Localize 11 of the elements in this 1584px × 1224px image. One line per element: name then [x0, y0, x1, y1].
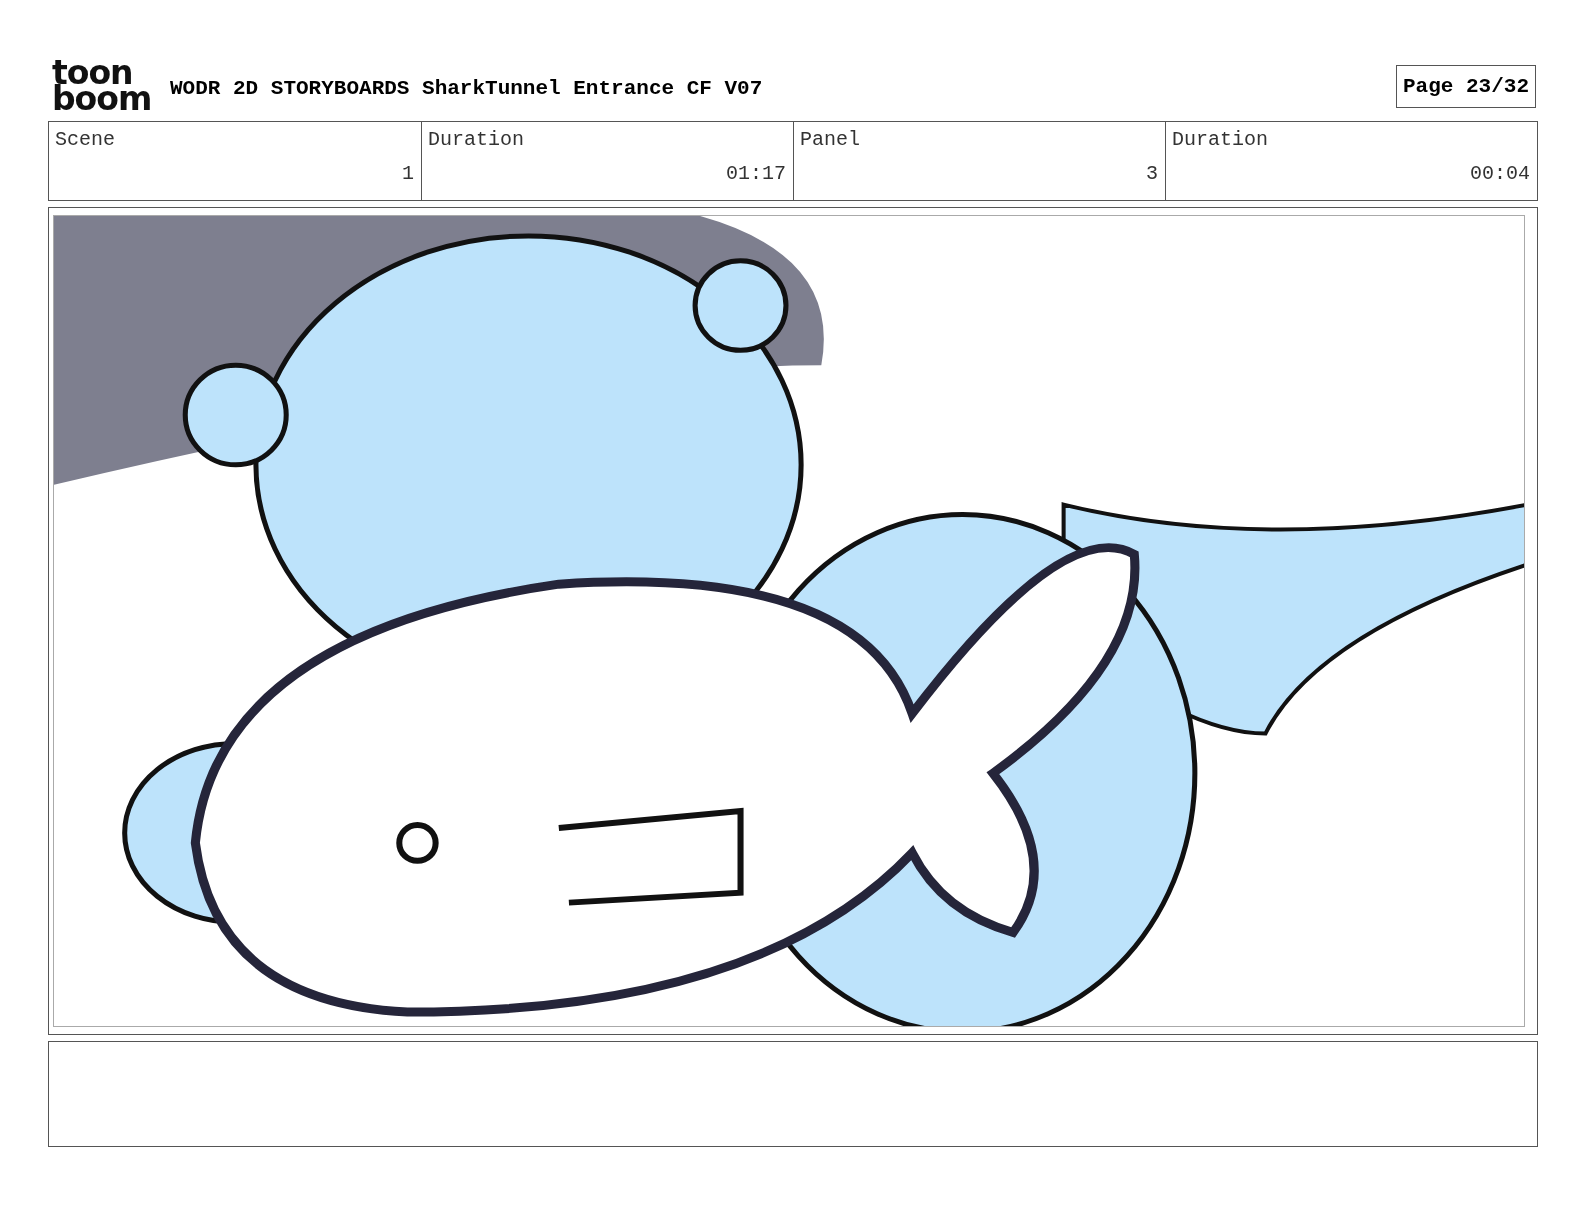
table-cell: 00:04 — [1165, 158, 1537, 200]
column-header: Scene — [54, 127, 116, 153]
storyboard-title: WODR 2D STORYBOARDS SharkTunnel Entrance CF V07 — [170, 75, 764, 100]
table-cell-text: 1 — [401, 161, 415, 187]
column-header: Panel — [793, 122, 1165, 158]
page-number: Page 23/32 — [1395, 64, 1536, 108]
table-cell: 3 — [793, 158, 1165, 200]
logo: toon boom — [52, 60, 153, 112]
table-cell: 01:17 — [421, 158, 793, 200]
column-header: Duration — [421, 122, 793, 158]
column-header: Duration — [1165, 122, 1537, 158]
